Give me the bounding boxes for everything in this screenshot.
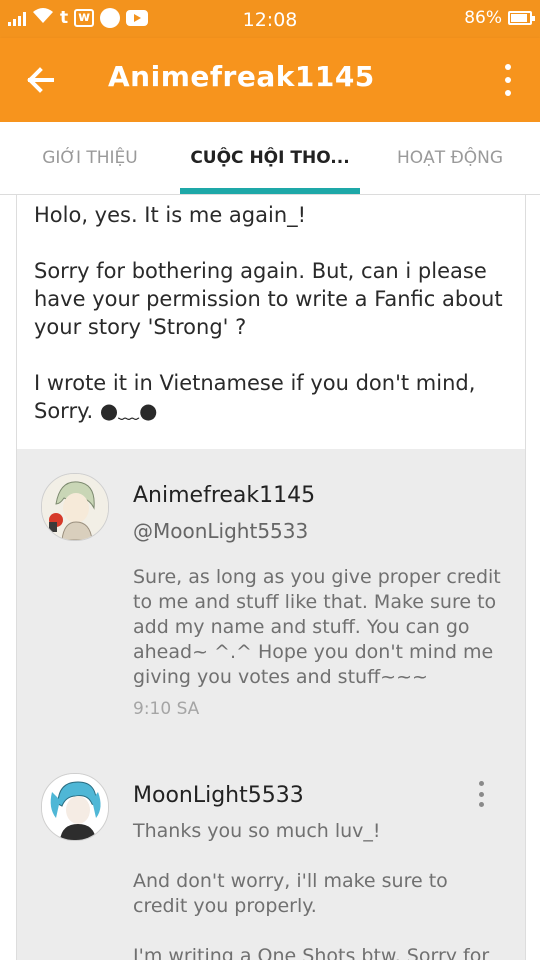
page-title: Animefreak1145 bbox=[108, 60, 375, 93]
reply-author[interactable]: MoonLight5533 bbox=[133, 783, 304, 808]
message-body: Holo, yes. It is me again_! Sorry for bo… bbox=[34, 201, 504, 453]
reply-paragraph: And don't worry, i'll make sure to credi… bbox=[133, 870, 448, 917]
tab-conversations[interactable]: CUỘC HỘI THO... bbox=[180, 122, 360, 194]
replies-section: Animefreak1145 @MoonLight5533 Sure, as l… bbox=[17, 449, 525, 960]
back-button[interactable] bbox=[22, 62, 62, 98]
message-paragraph: Holo, yes. It is me again_! bbox=[34, 203, 307, 227]
reply-text: Sure, as long as you give proper credit … bbox=[133, 566, 501, 688]
reply-timestamp: 9:10 SA bbox=[133, 699, 200, 719]
anime-avatar-icon bbox=[42, 474, 108, 540]
arrow-back-icon bbox=[27, 67, 54, 93]
reply-text: Thanks you so much luv_! And don't worry… bbox=[133, 819, 505, 960]
reply-paragraph: Thanks you so much luv_! bbox=[133, 820, 381, 842]
more-vert-icon bbox=[505, 64, 511, 70]
battery-percent: 86% bbox=[464, 8, 502, 28]
overflow-menu-button[interactable] bbox=[498, 64, 518, 96]
reply-paragraph: I'm writing a One Shots btw. Sorry for bbox=[133, 945, 490, 960]
message-paragraph: I wrote it in Vietnamese if you don't mi… bbox=[34, 371, 476, 423]
tab-activity[interactable]: HOẠT ĐỘNG bbox=[360, 122, 540, 194]
reply-more-button[interactable] bbox=[476, 781, 486, 807]
status-bar: t w 12:08 86% bbox=[0, 0, 540, 38]
app-bar: Animefreak1145 bbox=[0, 38, 540, 122]
tab-about[interactable]: GIỚI THIỆU bbox=[0, 122, 180, 194]
anime-avatar-icon bbox=[42, 774, 108, 840]
reply-author[interactable]: Animefreak1145 bbox=[133, 483, 315, 508]
battery-icon bbox=[508, 11, 535, 25]
reply-handle[interactable]: @MoonLight5533 bbox=[133, 519, 308, 543]
message-card: Holo, yes. It is me again_! Sorry for bo… bbox=[16, 195, 526, 960]
status-right: 86% bbox=[464, 8, 535, 28]
message-paragraph: Sorry for bothering again. But, can i pl… bbox=[34, 259, 503, 339]
avatar[interactable] bbox=[41, 773, 109, 841]
tab-bar: GIỚI THIỆU CUỘC HỘI THO... HOẠT ĐỘNG bbox=[0, 122, 540, 195]
clock: 12:08 bbox=[242, 9, 298, 31]
avatar[interactable] bbox=[41, 473, 109, 541]
active-tab-indicator bbox=[180, 188, 360, 194]
more-vert-icon bbox=[478, 781, 484, 786]
conversation-content[interactable]: Holo, yes. It is me again_! Sorry for bo… bbox=[0, 195, 540, 960]
